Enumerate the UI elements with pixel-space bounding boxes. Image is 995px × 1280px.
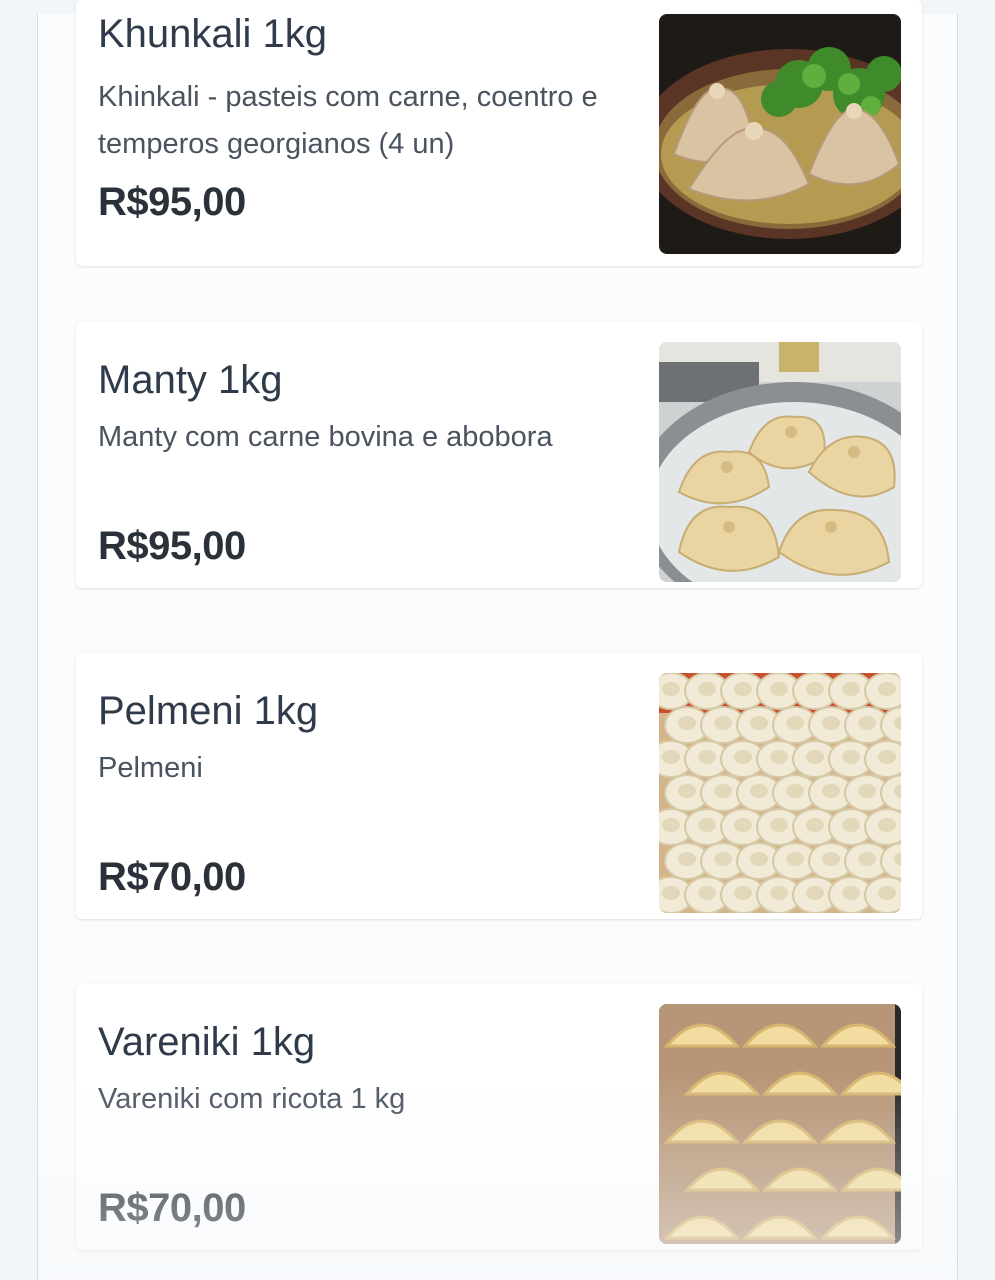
menu-item-pelmeni[interactable]: Pelmeni 1kg Pelmeni R$70,00 bbox=[76, 653, 922, 919]
menu-item-title: Pelmeni 1kg bbox=[98, 689, 319, 733]
menu-item-text: Pelmeni 1kg Pelmeni R$70,00 bbox=[98, 653, 643, 919]
menu-item-price: R$70,00 bbox=[98, 855, 246, 899]
menu-item-vareniki[interactable]: Vareniki 1kg Vareniki com ricota 1 kg R$… bbox=[76, 984, 922, 1250]
pelmeni-photo[interactable] bbox=[659, 673, 901, 913]
menu-item-price: R$70,00 bbox=[98, 1186, 246, 1230]
menu-item-manty[interactable]: Manty 1kg Manty com carne bovina e abobo… bbox=[76, 322, 922, 588]
vareniki-photo[interactable] bbox=[659, 1004, 901, 1244]
menu-item-description: Pelmeni bbox=[98, 752, 203, 784]
menu-list: Khunkali 1kg Khinkali - pasteis com carn… bbox=[37, 0, 958, 1280]
menu-item-price: R$95,00 bbox=[98, 180, 246, 224]
menu-item-text: Manty 1kg Manty com carne bovina e abobo… bbox=[98, 322, 643, 588]
menu-page: Khunkali 1kg Khinkali - pasteis com carn… bbox=[0, 0, 995, 1280]
khinkali-photo[interactable] bbox=[659, 14, 901, 254]
menu-item-description: Vareniki com ricota 1 kg bbox=[98, 1083, 406, 1115]
menu-item-description: Khinkali - pasteis com carne, coentro e … bbox=[98, 81, 598, 160]
menu-item-title: Khunkali 1kg bbox=[98, 12, 328, 56]
menu-item-khunkali[interactable]: Khunkali 1kg Khinkali - pasteis com carn… bbox=[76, 0, 922, 266]
manty-photo[interactable] bbox=[659, 342, 901, 582]
menu-item-text: Vareniki 1kg Vareniki com ricota 1 kg R$… bbox=[98, 984, 643, 1250]
menu-item-price: R$95,00 bbox=[98, 524, 246, 568]
menu-item-title: Manty 1kg bbox=[98, 358, 283, 402]
menu-item-text: Khunkali 1kg Khinkali - pasteis com carn… bbox=[98, 0, 643, 266]
menu-item-title: Vareniki 1kg bbox=[98, 1020, 316, 1064]
menu-item-description: Manty com carne bovina e abobora bbox=[98, 421, 553, 453]
